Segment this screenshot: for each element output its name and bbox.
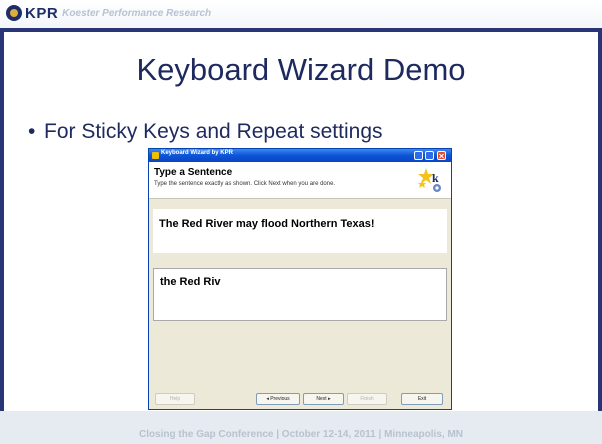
bullet-text: For Sticky Keys and Repeat settings xyxy=(44,120,383,143)
typing-input[interactable]: the Red Riv xyxy=(153,268,447,321)
window-titlebar[interactable]: Keyboard Wizard by KPR xyxy=(149,149,451,162)
wizard-header: Type a Sentence Type the sentence exactl… xyxy=(149,162,451,199)
logo-text: KPR xyxy=(25,4,59,22)
kpr-logo-icon xyxy=(6,5,22,21)
target-sentence: The Red River may flood Northern Texas! xyxy=(159,218,375,230)
minimize-icon[interactable] xyxy=(414,151,423,160)
kpr-logo: KPR Koester Performance Research xyxy=(6,2,211,24)
previous-button[interactable]: ◂ Previous xyxy=(256,393,300,405)
keyboard-wizard-window: Keyboard Wizard by KPR Type a Sentence T… xyxy=(148,148,452,410)
svg-text:k: k xyxy=(432,171,439,185)
header-divider xyxy=(0,28,602,32)
slide-header: KPR Koester Performance Research xyxy=(0,0,602,28)
wizard-star-icon: k xyxy=(418,168,441,192)
next-button[interactable]: Next ▸ xyxy=(303,393,344,405)
bullet-item: • For Sticky Keys and Repeat settings xyxy=(28,120,383,144)
exit-button[interactable]: Exit xyxy=(401,393,443,405)
typed-text[interactable]: the Red Riv xyxy=(160,276,221,288)
finish-button[interactable]: Finish xyxy=(347,393,387,405)
help-button[interactable]: Help xyxy=(155,393,195,405)
close-icon[interactable] xyxy=(437,151,446,160)
window-title: Keyboard Wizard by KPR xyxy=(161,150,233,156)
slide-title: Keyboard Wizard Demo xyxy=(136,52,466,87)
logo-subtitle: Koester Performance Research xyxy=(62,7,212,19)
wizard-instructions: Type the sentence exactly as shown. Clic… xyxy=(154,181,336,187)
right-border xyxy=(598,32,602,411)
app-icon xyxy=(152,152,159,159)
slide: KPR Koester Performance Research Keyboar… xyxy=(0,0,602,444)
footer-text: Closing the Gap Conference | October 12-… xyxy=(138,429,463,440)
maximize-icon[interactable] xyxy=(425,151,434,160)
bullet-marker: • xyxy=(28,120,36,143)
wizard-heading: Type a Sentence xyxy=(154,167,233,178)
left-border xyxy=(0,32,4,411)
target-sentence-panel: The Red River may flood Northern Texas! xyxy=(153,209,447,253)
